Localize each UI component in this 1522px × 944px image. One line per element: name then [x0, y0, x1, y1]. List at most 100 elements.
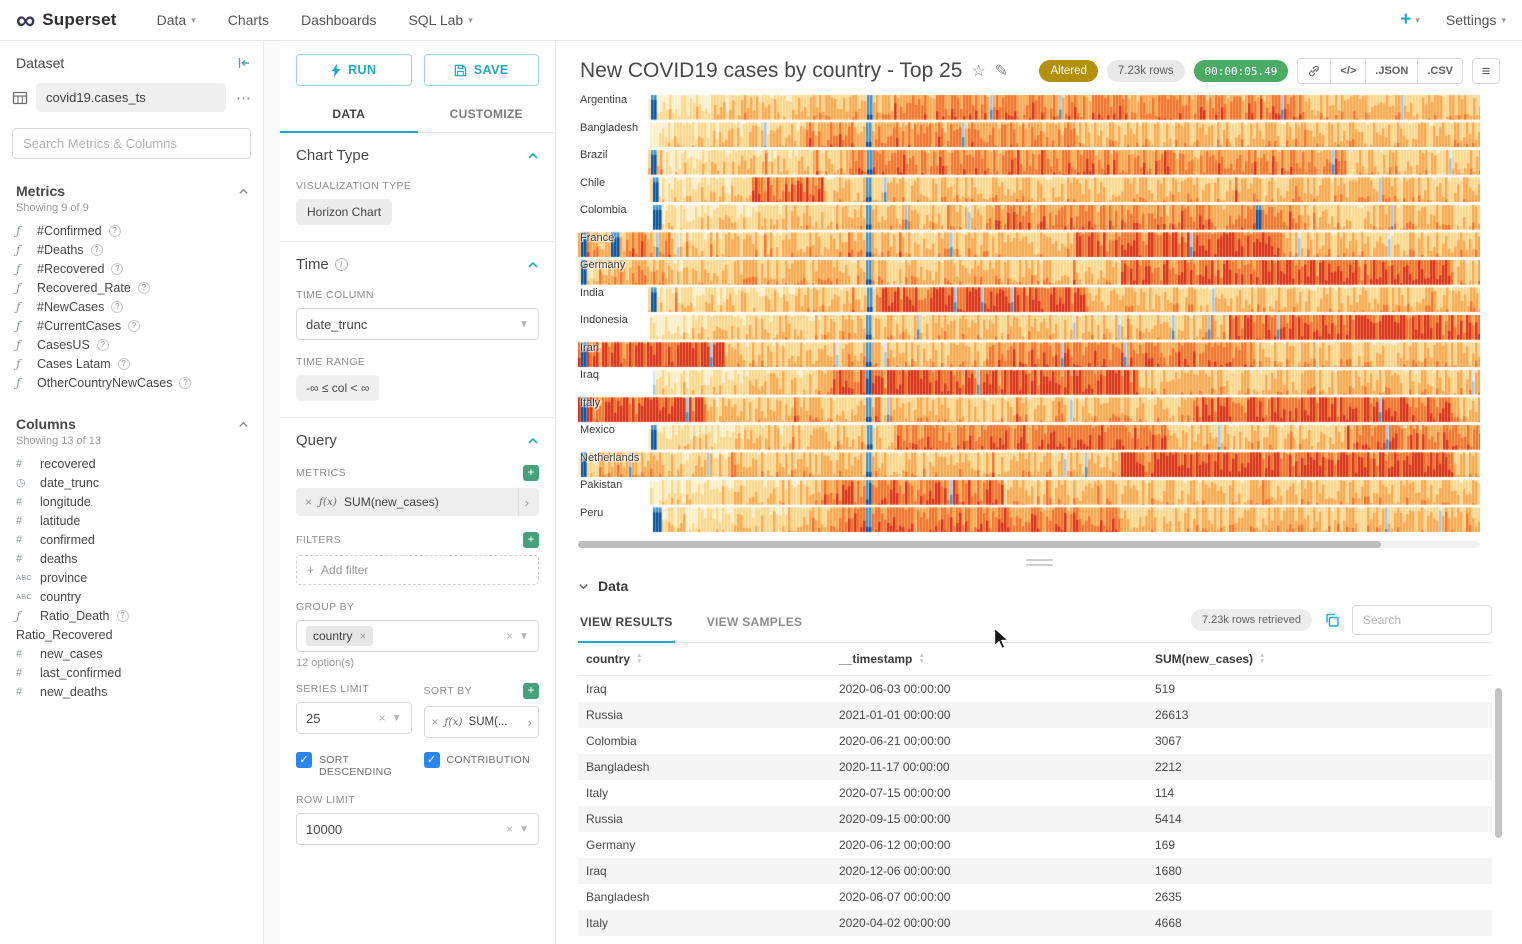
column-item[interactable]: # longitude ? [0, 492, 263, 511]
dataset-more-menu-icon[interactable]: ⋯ [234, 89, 253, 107]
chevron-right-icon[interactable]: › [526, 707, 534, 737]
column-header[interactable]: SUM(new_cases) ▲▼ [1147, 643, 1492, 676]
table-row[interactable]: Bangladesh 2020-06-07 00:00:00 2635 [578, 884, 1492, 910]
row-limit-select[interactable]: 10000 × ▼ [296, 813, 539, 845]
columns-section-header[interactable]: Columns [16, 416, 249, 432]
nav-menu-item[interactable]: Dashboards ▾ [301, 12, 377, 28]
query-section-header[interactable]: Query [296, 432, 539, 449]
panel-resize-gutter[interactable] [264, 41, 280, 944]
export-csv-button[interactable]: .CSV [1417, 58, 1463, 84]
column-item[interactable]: ƒ Ratio_Death ? [0, 606, 263, 625]
column-header[interactable]: __timestamp ▲▼ [831, 643, 1147, 676]
chevron-right-icon[interactable]: › [518, 488, 535, 516]
metric-item[interactable]: ƒ #Recovered ? [0, 259, 263, 278]
time-column-select[interactable]: date_trunc ▼ [296, 308, 539, 340]
table-row[interactable]: Russia 2020-09-15 00:00:00 5414 [578, 806, 1492, 832]
new-item-button[interactable]: + ▾ [1400, 13, 1420, 27]
sort-descending-checkbox[interactable]: ✓ SORT DESCENDING [296, 752, 412, 778]
nav-menu-item[interactable]: SQL Lab ▾ [408, 12, 472, 28]
sort-icons[interactable]: ▲▼ [1259, 653, 1265, 665]
column-item[interactable]: # last_confirmed ? [0, 663, 263, 682]
altered-badge[interactable]: Altered [1039, 60, 1097, 82]
nav-menu-item[interactable]: Charts ▾ [228, 12, 269, 28]
copy-link-button[interactable] [1297, 58, 1331, 84]
embed-code-button[interactable]: </> [1330, 58, 1366, 84]
collapse-panel-icon[interactable] [237, 56, 251, 70]
column-item[interactable]: # recovered ? [0, 454, 263, 473]
dataset-search-input[interactable] [12, 128, 251, 159]
column-header[interactable]: country ▲▼ [578, 643, 831, 676]
table-row[interactable]: Colombia 2020-06-21 00:00:00 3067 [578, 728, 1492, 754]
time-section-header[interactable]: Time i [296, 256, 539, 273]
remove-metric-icon[interactable]: × [305, 495, 312, 509]
table-row[interactable]: Bangladesh 2020-11-17 00:00:00 2212 [578, 754, 1492, 780]
metric-item[interactable]: ƒ #NewCases ? [0, 297, 263, 316]
superset-home-link[interactable]: ∞ Superset [16, 10, 117, 30]
data-panel-toggle[interactable]: Data [578, 578, 1492, 594]
chart-horizontal-scrollbar[interactable] [578, 541, 1480, 548]
table-row[interactable]: Germany 2020-06-12 00:00:00 169 [578, 832, 1492, 858]
settings-menu[interactable]: Settings ▾ [1446, 12, 1506, 28]
tab-view-samples[interactable]: VIEW SAMPLES [705, 604, 805, 643]
column-item[interactable]: ABC country ? [0, 587, 263, 606]
column-item[interactable]: # confirmed ? [0, 530, 263, 549]
chart-menu-button[interactable]: ≡ [1472, 58, 1500, 84]
add-sortby-button[interactable]: + [523, 683, 539, 699]
run-button[interactable]: RUN [296, 54, 412, 86]
table-row[interactable]: Iraq 2020-12-06 00:00:00 1680 [578, 858, 1492, 884]
metric-item[interactable]: ƒ #Confirmed ? [0, 221, 263, 240]
table-row[interactable]: Russia 2021-01-01 00:00:00 26613 [578, 702, 1492, 728]
sort-icons[interactable]: ▲▼ [918, 653, 924, 665]
copy-data-button[interactable] [1324, 612, 1340, 628]
metric-item[interactable]: ƒ OtherCountryNewCases ? [0, 373, 263, 392]
tab-view-results[interactable]: VIEW RESULTS [578, 604, 675, 643]
column-item[interactable]: # new_deaths ? [0, 682, 263, 701]
edit-title-icon[interactable]: ✎ [995, 61, 1008, 81]
column-item[interactable]: # new_cases ? [0, 644, 263, 663]
metric-pill[interactable]: × ƒ(x) SUM(new_cases) › [296, 488, 539, 516]
viz-type-pill[interactable]: Horizon Chart [296, 199, 392, 225]
horizon-chart[interactable]: ArgentinaBangladeshBrazilChileColombiaFr… [578, 94, 1480, 534]
column-item[interactable]: # latitude ? [0, 511, 263, 530]
dataset-name[interactable]: covid19.cases_ts [36, 83, 226, 112]
remove-sortby-icon[interactable]: × [432, 715, 439, 729]
clear-icon[interactable]: × [506, 822, 513, 836]
table-vertical-scrollbar[interactable] [1495, 688, 1502, 838]
remove-groupby-icon[interactable]: × [359, 629, 366, 643]
results-search-input[interactable] [1352, 605, 1492, 635]
add-filter-button[interactable]: + [523, 532, 539, 548]
sort-icons[interactable]: ▲▼ [636, 653, 642, 665]
metric-item[interactable]: ƒ CasesUS ? [0, 335, 263, 354]
clear-icon[interactable]: × [506, 629, 513, 643]
tab-customize[interactable]: CUSTOMIZE [418, 96, 556, 133]
groupby-pill[interactable]: country × [306, 626, 373, 646]
contribution-checkbox[interactable]: ✓ CONTRIBUTION [424, 752, 540, 778]
time-range-pill[interactable]: -∞ ≤ col < ∞ [296, 375, 379, 401]
sortby-select[interactable]: × ƒ(x) SUM(... › [424, 706, 540, 738]
add-filter-dropzone[interactable]: + Add filter [296, 555, 539, 585]
chart-type-section-header[interactable]: Chart Type [296, 147, 539, 164]
pane-resize-handle[interactable] [556, 548, 1522, 576]
table-row[interactable]: Iraq 2020-06-03 00:00:00 519 [578, 676, 1492, 703]
series-limit-select[interactable]: 25 × ▼ [296, 702, 412, 734]
metric-item[interactable]: ƒ Recovered_Rate ? [0, 278, 263, 297]
column-item[interactable]: Ratio_Recovered ? [0, 625, 263, 644]
add-metric-button[interactable]: + [523, 465, 539, 481]
column-item[interactable]: ◷ date_trunc ? [0, 473, 263, 492]
metrics-section-header[interactable]: Metrics [16, 183, 249, 199]
nav-menu-item[interactable]: Data ▾ [157, 12, 196, 28]
groupby-select[interactable]: country × × ▼ [296, 620, 539, 652]
scrollbar-thumb[interactable] [578, 541, 1381, 548]
metric-item[interactable]: ƒ Cases Latam ? [0, 354, 263, 373]
column-item[interactable]: ABC province ? [0, 568, 263, 587]
tab-data[interactable]: DATA [280, 96, 418, 133]
table-row[interactable]: Italy 2020-04-02 00:00:00 4668 [578, 910, 1492, 936]
table-row[interactable]: Italy 2020-07-15 00:00:00 114 [578, 780, 1492, 806]
clear-icon[interactable]: × [379, 711, 386, 725]
favorite-star-icon[interactable]: ☆ [971, 61, 985, 81]
column-item[interactable]: # deaths ? [0, 549, 263, 568]
metric-item[interactable]: ƒ #CurrentCases ? [0, 316, 263, 335]
metric-item[interactable]: ƒ #Deaths ? [0, 240, 263, 259]
save-button[interactable]: SAVE [424, 54, 540, 86]
export-json-button[interactable]: .JSON [1365, 58, 1418, 84]
